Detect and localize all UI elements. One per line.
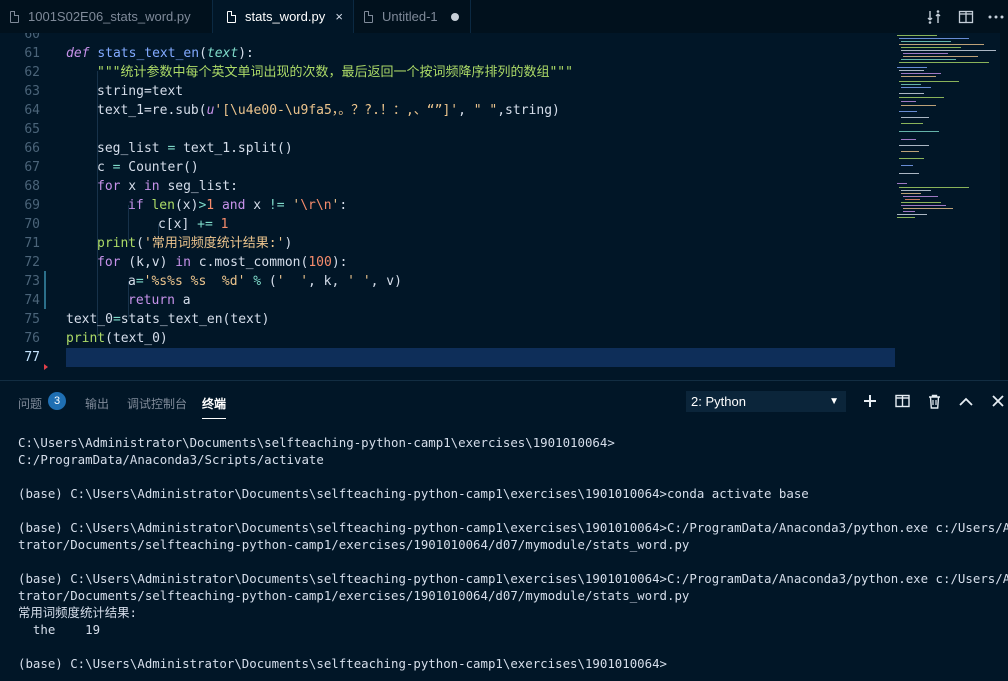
close-panel-icon[interactable] xyxy=(988,391,1008,411)
code-line-67: c = Counter() xyxy=(97,160,199,175)
terminal-line: (base) C:\Users\Administrator\Documents\… xyxy=(18,571,1008,586)
modified-line-marker xyxy=(44,271,46,290)
tab-label: 1001S02E06_stats_word.py xyxy=(28,9,191,24)
minimap[interactable] xyxy=(895,33,1000,380)
new-terminal-icon[interactable] xyxy=(860,391,880,411)
modified-line-marker xyxy=(44,290,46,309)
terminal-line: (base) C:\Users\Administrator\Documents\… xyxy=(18,486,809,501)
code-line-76: print(text_0) xyxy=(66,331,168,346)
code-line-61: def stats_text_en(text): xyxy=(66,46,254,61)
tab-1001s02e06-stats-word[interactable]: 1001S02E06_stats_word.py xyxy=(0,0,212,33)
terminal-output[interactable]: C:\Users\Administrator\Documents\selftea… xyxy=(18,434,1008,672)
more-actions-icon[interactable] xyxy=(985,6,1007,28)
line-number: 61 xyxy=(24,46,40,61)
terminal-line: C:\Users\Administrator\Documents\selftea… xyxy=(18,435,615,450)
panel-header: 问题 3 输出 调试控制台 终端 2: Python ▼ xyxy=(0,381,1008,421)
tab-stats-word[interactable]: stats_word.py × xyxy=(213,0,353,33)
line-number: 66 xyxy=(24,141,40,156)
file-icon xyxy=(10,10,19,23)
line-number: 69 xyxy=(24,198,40,213)
tab-label: stats_word.py xyxy=(245,9,326,24)
code-editor[interactable]: 60 61 62 63 64 65 66 67 68 69 70 71 72 7… xyxy=(0,33,1008,380)
line-number: 65 xyxy=(24,122,40,137)
line-number: 70 xyxy=(24,217,40,232)
trash-icon[interactable] xyxy=(924,391,944,411)
line-number: 75 xyxy=(24,312,40,327)
line-number: 60 xyxy=(24,33,40,42)
code-line-72: for (k,v) in c.most_common(100): xyxy=(97,255,348,270)
code-line-73: a='%s%s %s %d' % (' ', k, ' ', v) xyxy=(128,274,402,289)
terminal-line: C:/ProgramData/Anaconda3/Scripts/activat… xyxy=(18,452,324,467)
line-number: 68 xyxy=(24,179,40,194)
split-terminal-icon[interactable] xyxy=(892,391,912,411)
line-number: 64 xyxy=(24,103,40,118)
tab-debug-console[interactable]: 调试控制台 xyxy=(127,395,187,412)
line-number: 72 xyxy=(24,255,40,270)
terminal-line: (base) C:\Users\Administrator\Documents\… xyxy=(18,520,1008,535)
code-line-69: if len(x)>1 and x != '\r\n': xyxy=(128,198,348,213)
close-icon[interactable]: × xyxy=(335,9,343,24)
file-icon xyxy=(227,10,236,23)
line-number: 76 xyxy=(24,331,40,346)
editor-scrollbar[interactable] xyxy=(1000,33,1008,380)
line-number: 73 xyxy=(24,274,40,289)
code-line-66: seg_list = text_1.split() xyxy=(97,141,293,156)
code-line-71: print('常用词频度统计结果:') xyxy=(97,236,293,251)
code-line-62: """统计参数中每个英文单词出现的次数，最后返回一个按词频降序排列的数组""" xyxy=(97,65,573,80)
code-line-64: text_1=re.sub(u'[\u4e00-\u9fa5，。？?.！：,、“… xyxy=(97,103,560,118)
tab-problems[interactable]: 问题 xyxy=(18,395,42,412)
tab-label: Untitled-1 xyxy=(382,9,438,24)
unsaved-dot-icon[interactable] xyxy=(451,13,459,21)
line-number: 63 xyxy=(24,84,40,99)
terminal-line: trator/Documents/selfteaching-python-cam… xyxy=(18,588,690,603)
tab-divider xyxy=(470,0,471,33)
file-icon xyxy=(364,10,373,23)
code-line-74: return a xyxy=(128,293,191,308)
terminal-line: 常用词频度统计结果: xyxy=(18,605,137,620)
terminal-select[interactable]: 2: Python ▼ xyxy=(686,391,846,412)
tab-output[interactable]: 输出 xyxy=(85,395,109,412)
maximize-panel-icon[interactable] xyxy=(956,391,976,411)
fold-arrow-icon xyxy=(44,364,48,370)
open-changes-icon[interactable] xyxy=(923,6,945,28)
problems-count-badge: 3 xyxy=(48,392,66,410)
code-line-63: string=text xyxy=(97,84,184,99)
current-line-highlight xyxy=(66,348,895,367)
editor-tab-bar: 1001S02E06_stats_word.py stats_word.py ×… xyxy=(0,0,1008,33)
terminal-line: (base) C:\Users\Administrator\Documents\… xyxy=(18,656,668,671)
line-number: 62 xyxy=(24,65,40,80)
chevron-down-icon: ▼ xyxy=(829,396,839,407)
line-number: 77 xyxy=(24,350,40,365)
line-number: 67 xyxy=(24,160,40,175)
tab-terminal[interactable]: 终端 xyxy=(202,395,227,419)
line-number: 71 xyxy=(24,236,40,251)
code-line-68: for x in seg_list: xyxy=(97,179,238,194)
split-editor-icon[interactable] xyxy=(955,6,977,28)
terminal-line: trator/Documents/selfteaching-python-cam… xyxy=(18,537,690,552)
terminal-select-value: 2: Python xyxy=(691,394,746,409)
line-number: 74 xyxy=(24,293,40,308)
code-line-70: c[x] += 1 xyxy=(158,217,229,232)
code-line-75: text_0=stats_text_en(text) xyxy=(66,312,270,327)
tab-untitled-1[interactable]: Untitled-1 xyxy=(354,0,470,33)
terminal-line: the 19 xyxy=(18,622,101,637)
